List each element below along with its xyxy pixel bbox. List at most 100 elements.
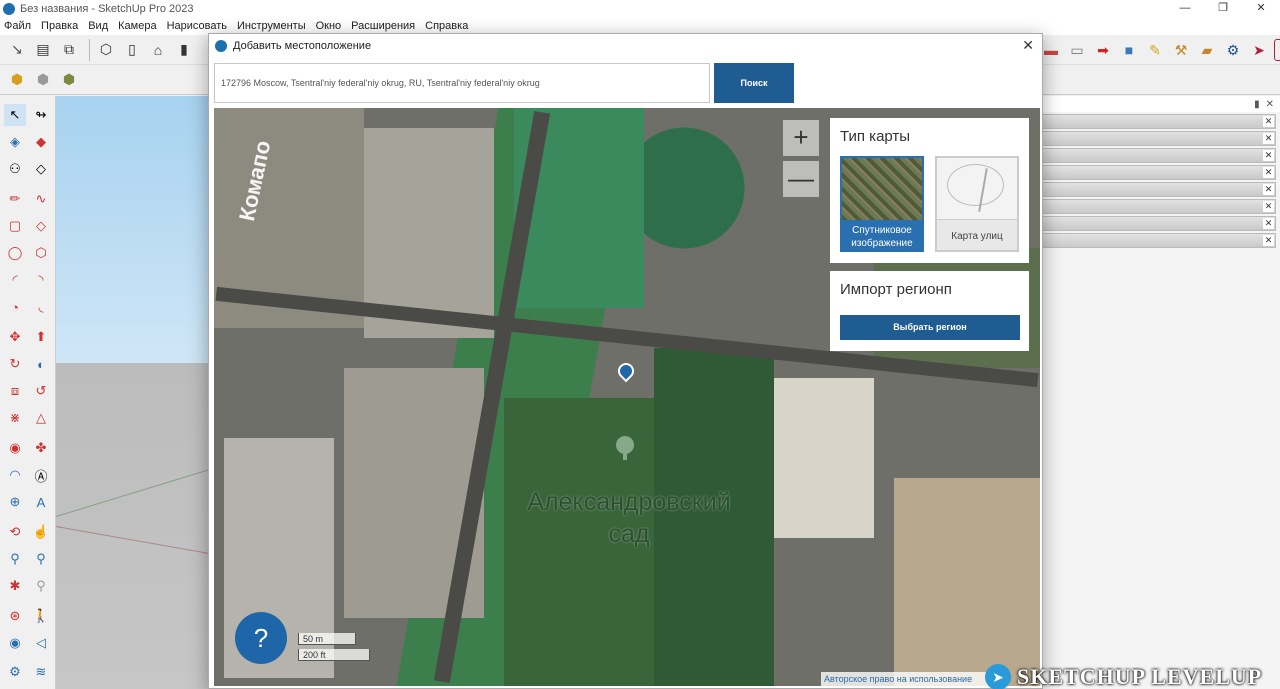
pencil-icon[interactable]: ✏ [4, 188, 26, 210]
menu-extensions[interactable]: Расширения [351, 20, 415, 32]
drill-icon[interactable]: ✎ [1144, 39, 1166, 61]
dialog-close-button[interactable]: ✕ [1022, 37, 1034, 54]
house-icon[interactable]: ⌂ [147, 39, 169, 61]
panel-close-icon[interactable]: ✕ [1263, 184, 1274, 195]
eraser-icon[interactable]: ◆ [30, 131, 52, 153]
tray-panel[interactable]: ✕ [1040, 165, 1276, 180]
select-region-button[interactable]: Выбрать регион [840, 315, 1020, 340]
menu-camera[interactable]: Камера [118, 20, 156, 32]
street-map-option[interactable]: Карта улиц [935, 156, 1019, 252]
select-tool-icon[interactable]: ↖ [4, 104, 26, 126]
plank-icon[interactable]: ▰ [1196, 39, 1218, 61]
offset-icon[interactable]: ↺ [30, 380, 52, 402]
text-tool-icon[interactable]: Ⓐ [30, 464, 52, 486]
menu-view[interactable]: Вид [88, 20, 108, 32]
search-button[interactable]: Поиск [714, 63, 794, 103]
panel-close-icon[interactable]: ✕ [1263, 150, 1274, 161]
sandbox-icon[interactable]: ⚙ [4, 661, 26, 683]
minimize-button[interactable]: — [1166, 0, 1204, 17]
pan-icon[interactable]: ☝ [30, 521, 52, 543]
menu-help[interactable]: Справка [425, 20, 468, 32]
select-arrow-icon[interactable]: ↘ [6, 39, 28, 61]
tape-icon[interactable]: ▭ [1066, 39, 1088, 61]
zoom-icon[interactable]: ⚲ [4, 548, 26, 570]
tray-panel[interactable]: ✕ [1040, 182, 1276, 197]
pie-icon[interactable]: ◔ [4, 296, 26, 318]
follow-me-icon[interactable]: ◐ [30, 353, 52, 375]
panel-close-icon[interactable]: ✕ [1263, 235, 1274, 246]
triangle-icon[interactable]: △ [30, 407, 52, 429]
menu-window[interactable]: Окно [316, 20, 342, 32]
tray-panel[interactable]: ✕ [1040, 216, 1276, 231]
section-plane-icon[interactable]: ◁ [30, 632, 52, 654]
push-pull-icon[interactable]: ⬆ [30, 326, 52, 348]
axes-icon[interactable]: ⊕ [4, 491, 26, 513]
maximize-button[interactable]: ❐ [1204, 0, 1242, 17]
red-arrow-icon[interactable]: ➡ [1092, 39, 1114, 61]
menu-draw[interactable]: Нарисовать [167, 20, 227, 32]
move-icon[interactable]: ✥ [4, 326, 26, 348]
location-pin-icon[interactable] [614, 359, 638, 383]
two-point-arc-icon[interactable]: ◝ [30, 269, 52, 291]
tray-close-icon[interactable]: ✕ [1266, 99, 1274, 110]
arc-icon[interactable]: ◜ [4, 269, 26, 291]
satellite-map-option[interactable]: Спутниковое изображение [840, 156, 924, 252]
tray-panel[interactable]: ✕ [1040, 148, 1276, 163]
tag-tool-icon[interactable]: ⚇ [4, 158, 26, 180]
menu-tools[interactable]: Инструменты [237, 20, 306, 32]
tray-panel[interactable]: ✕ [1040, 114, 1276, 129]
walk-icon[interactable]: 🚶 [30, 605, 52, 627]
panel-close-icon[interactable]: ✕ [1263, 167, 1274, 178]
ruler-icon[interactable]: ▬ [1040, 39, 1062, 61]
front-view-icon[interactable]: ▯ [121, 39, 143, 61]
freehand-icon[interactable]: ∿ [30, 188, 52, 210]
dimension-icon[interactable]: ✤ [30, 437, 52, 459]
zoom-extents-icon[interactable]: ✱ [4, 575, 26, 597]
panel-close-icon[interactable]: ✕ [1263, 133, 1274, 144]
location-search-input[interactable]: 172796 Moscow, Tsentral'niy federal'niy … [214, 63, 710, 103]
zoom-out-button[interactable]: — [783, 161, 819, 197]
panel-close-icon[interactable]: ✕ [1263, 218, 1274, 229]
paint-bucket-icon[interactable]: ◈ [4, 131, 26, 153]
document-icon[interactable]: ▤ [32, 39, 54, 61]
panel-close-icon[interactable]: ✕ [1263, 201, 1274, 212]
tray-panel[interactable]: ✕ [1040, 199, 1276, 214]
extension-warehouse-icon[interactable]: ⧈ [1274, 39, 1280, 61]
rotated-rectangle-icon[interactable]: ◇ [30, 215, 52, 237]
hammer-icon[interactable]: ⚒ [1170, 39, 1192, 61]
rectangle-icon[interactable]: ▢ [4, 215, 26, 237]
scale-icon[interactable]: ⧈ [4, 380, 26, 402]
menu-file[interactable]: Файл [4, 20, 31, 32]
zoom-window-icon[interactable]: ⚲ [30, 548, 52, 570]
panel-close-icon[interactable]: ✕ [1263, 116, 1274, 127]
smoove-icon[interactable]: ≋ [30, 661, 52, 683]
look-around-icon[interactable]: ◉ [4, 632, 26, 654]
rotate-icon[interactable]: ↻ [4, 353, 26, 375]
tray-panel[interactable]: ✕ [1040, 233, 1276, 248]
tray-panel[interactable]: ✕ [1040, 131, 1276, 146]
gear-icon[interactable]: ⚙ [1222, 39, 1244, 61]
zoom-in-button[interactable]: + [783, 120, 819, 156]
copyright-link[interactable]: Авторское право на использование [821, 672, 996, 686]
help-button[interactable]: ? [235, 612, 287, 664]
pointer-icon[interactable]: ➤ [1248, 39, 1270, 61]
polygon-icon[interactable]: ⬡ [30, 242, 52, 264]
3d-text-icon[interactable]: A [30, 491, 52, 513]
right-view-icon[interactable]: ▮ [173, 39, 195, 61]
box-icon[interactable]: ■ [1118, 39, 1140, 61]
iso-view-icon[interactable]: ⬡ [95, 39, 117, 61]
styles-icon[interactable]: ⬢ [6, 69, 28, 91]
close-window-button[interactable]: ✕ [1242, 0, 1280, 17]
tray-pin-icon[interactable]: ▮ [1254, 99, 1260, 110]
flip-icon[interactable]: ⋇ [4, 407, 26, 429]
position-camera-icon[interactable]: ⊛ [4, 605, 26, 627]
satellite-map[interactable]: Комапо Александровский сад + — Тип карты… [214, 108, 1040, 686]
shadows-icon[interactable]: ⬢ [58, 69, 80, 91]
tape-measure-icon[interactable]: ◉ [4, 437, 26, 459]
three-point-arc-icon[interactable]: ◟ [30, 296, 52, 318]
previous-view-icon[interactable]: ⚲ [30, 575, 52, 597]
menu-edit[interactable]: Правка [41, 20, 78, 32]
components-icon[interactable]: ⧉ [58, 39, 80, 61]
protractor-icon[interactable]: ◠ [4, 464, 26, 486]
lasso-tool-icon[interactable]: ↬ [30, 104, 52, 126]
